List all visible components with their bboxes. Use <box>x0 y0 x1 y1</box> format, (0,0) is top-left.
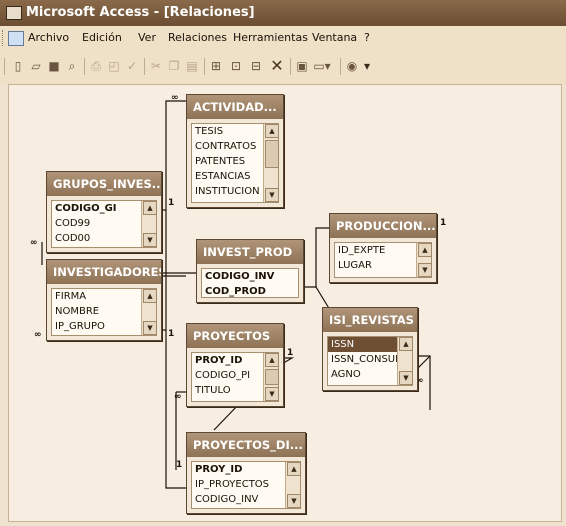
one-label: 1 <box>168 329 175 339</box>
table-title[interactable]: ACTIVIDAD... <box>187 95 283 119</box>
table-invest-prod[interactable]: INVEST_PROD CODIGO_INV COD_PROD <box>196 239 304 303</box>
field-list[interactable]: ID_EXPTE LUGAR ▲ ▼ <box>334 242 432 278</box>
field-list[interactable]: CODIGO_INV COD_PROD <box>201 268 299 298</box>
scroll-thumb[interactable] <box>265 369 279 385</box>
table-title[interactable]: GRUPOS_INVES... <box>47 172 161 196</box>
many-label: ∞ <box>174 392 182 402</box>
relationship-line <box>302 227 329 288</box>
many-label: ∞ <box>171 93 179 103</box>
scrollbar[interactable]: ▲ ▼ <box>141 201 157 247</box>
scrollbar[interactable]: ▲ ▼ <box>285 462 301 508</box>
scroll-up-icon[interactable]: ▲ <box>265 353 279 367</box>
scrollbar[interactable]: ▲ ▼ <box>416 243 432 277</box>
field-list[interactable]: TESIS CONTRATOS PATENTES ESTANCIAS INSTI… <box>191 123 279 203</box>
scroll-down-icon[interactable]: ▼ <box>143 321 157 335</box>
scroll-up-icon[interactable]: ▲ <box>399 337 413 351</box>
scroll-up-icon[interactable]: ▲ <box>143 201 157 215</box>
table-title[interactable]: PRODUCCION... <box>330 214 436 238</box>
one-label: 1 <box>176 460 183 470</box>
scroll-up-icon[interactable]: ▲ <box>418 243 432 257</box>
field-list[interactable]: PROY_ID IP_PROYECTOS CODIGO_INV ▲ ▼ <box>191 461 301 509</box>
scroll-up-icon[interactable]: ▲ <box>265 124 279 138</box>
table-isi-revistas[interactable]: ISI_REVISTAS ISSN ISSN_CONSUL AGNO ▲ ▼ <box>322 307 418 391</box>
scroll-thumb[interactable] <box>265 140 279 168</box>
field-item[interactable]: CODIGO_INV <box>192 492 300 507</box>
table-proyectos-di[interactable]: PROYECTOS_DI... PROY_ID IP_PROYECTOS COD… <box>186 432 306 514</box>
scrollbar[interactable]: ▲ ▼ <box>141 289 157 335</box>
scrollbar[interactable]: ▲ ▼ <box>263 124 279 202</box>
table-investigadores[interactable]: INVESTIGADORES FIRMA NOMBRE IP_GRUPO ▲ ▼ <box>46 259 162 341</box>
many-label: ∞ <box>34 330 42 340</box>
field-list[interactable]: PROY_ID CODIGO_PI TITULO ▲ ▼ <box>191 352 279 402</box>
field-list[interactable]: ISSN ISSN_CONSUL AGNO ▲ ▼ <box>327 336 413 386</box>
field-list[interactable]: FIRMA NOMBRE IP_GRUPO ▲ ▼ <box>51 288 157 336</box>
field-item-key[interactable]: PROY_ID <box>192 462 300 477</box>
many-label: ∞ <box>30 238 38 248</box>
relationship-line <box>415 355 431 371</box>
field-item-key[interactable]: COD_PROD <box>202 284 298 299</box>
scroll-down-icon[interactable]: ▼ <box>418 263 432 277</box>
scroll-down-icon[interactable]: ▼ <box>265 188 279 202</box>
scroll-down-icon[interactable]: ▼ <box>265 387 279 401</box>
table-title[interactable]: INVESTIGADORES <box>47 260 161 284</box>
table-title[interactable]: ISI_REVISTAS <box>323 308 417 332</box>
table-grupos-invest[interactable]: GRUPOS_INVES... CODIGO_GI COD99 COD00 ▲ … <box>46 171 162 253</box>
one-label: 1 <box>287 348 294 358</box>
one-label: 1 <box>168 198 175 208</box>
scroll-down-icon[interactable]: ▼ <box>287 494 301 508</box>
table-produccion[interactable]: PRODUCCION... ID_EXPTE LUGAR ▲ ▼ <box>329 213 437 283</box>
relationship-line <box>213 402 241 431</box>
scroll-down-icon[interactable]: ▼ <box>143 233 157 247</box>
scroll-up-icon[interactable]: ▲ <box>143 289 157 303</box>
field-item-key[interactable]: CODIGO_INV <box>202 269 298 284</box>
table-actividad[interactable]: ACTIVIDAD... TESIS CONTRATOS PATENTES ES… <box>186 94 284 208</box>
scroll-up-icon[interactable]: ▲ <box>287 462 301 476</box>
table-title[interactable]: INVEST_PROD <box>197 240 303 264</box>
scrollbar[interactable]: ▲ ▼ <box>397 337 413 385</box>
field-item[interactable]: IP_PROYECTOS <box>192 477 300 492</box>
scrollbar[interactable]: ▲ ▼ <box>263 353 279 401</box>
field-list[interactable]: CODIGO_GI COD99 COD00 ▲ ▼ <box>51 200 157 248</box>
scroll-down-icon[interactable]: ▼ <box>399 371 413 385</box>
one-label: 1 <box>440 218 447 228</box>
table-proyectos[interactable]: PROYECTOS PROY_ID CODIGO_PI TITULO ▲ ▼ <box>186 323 284 407</box>
table-title[interactable]: PROYECTOS_DI... <box>187 433 305 457</box>
table-title[interactable]: PROYECTOS <box>187 324 283 348</box>
